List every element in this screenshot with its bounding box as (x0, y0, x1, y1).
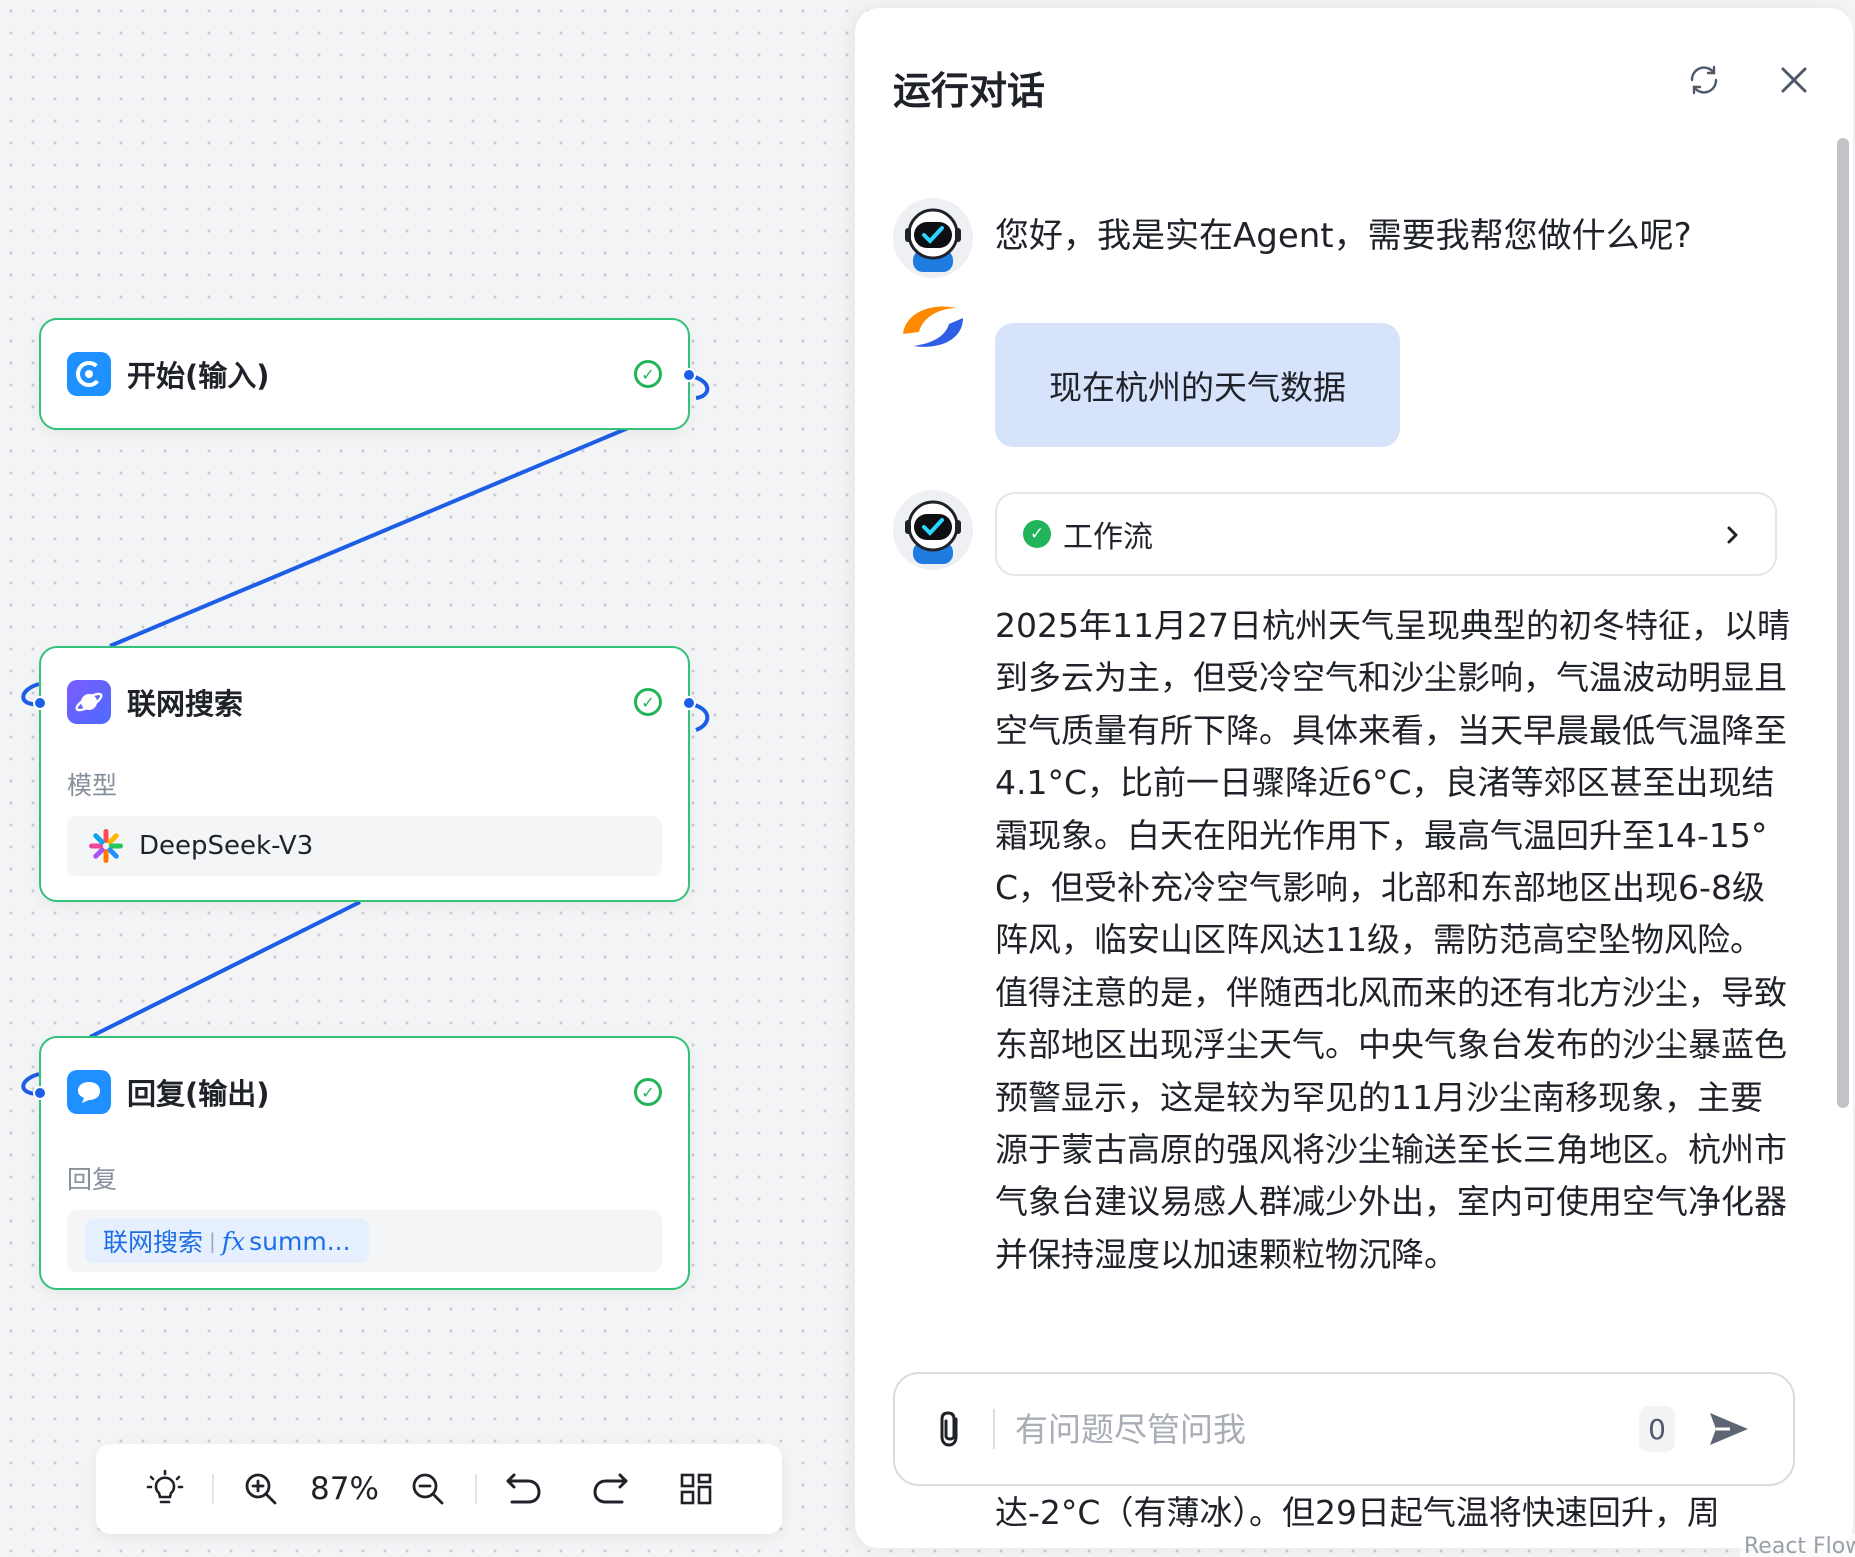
refresh-button[interactable] (1680, 56, 1728, 104)
grid-layout-icon (680, 1473, 712, 1505)
zoom-in-icon (245, 1473, 277, 1505)
run-chat-panel: 运行对话 您好，我是实在Agent，需要我帮您做什么呢? 现在杭州的天气数据 ✓… (855, 8, 1853, 1548)
check-circle-icon: ✓ (634, 1078, 662, 1106)
node-search-title: 联网搜索 (127, 687, 244, 721)
send-button[interactable] (1699, 1399, 1759, 1459)
undo-button[interactable] (499, 1464, 549, 1514)
redo-icon (593, 1473, 628, 1504)
tips-button[interactable] (140, 1464, 190, 1514)
answer-overflow-line: 达-2°C（有薄冰）。但29日起气温将快速回升，周 (995, 1493, 1720, 1532)
edge-start-to-search[interactable] (109, 426, 629, 648)
node-start-output-port[interactable] (682, 368, 696, 382)
redo-button[interactable] (585, 1464, 635, 1514)
canvas-toolbar: 87% (96, 1444, 782, 1534)
node-start-title: 开始(输入) (127, 359, 270, 393)
chat-bubble-icon (67, 1070, 111, 1114)
robot-avatar-icon (893, 198, 973, 278)
paperclip-icon (940, 1411, 958, 1447)
panel-title: 运行对话 (893, 69, 1046, 113)
deepseek-logo-icon (89, 829, 123, 863)
node-reply-input-port[interactable] (33, 1086, 47, 1100)
ref-separator: | (209, 1229, 216, 1253)
chat-scrollbar[interactable] (1837, 138, 1849, 1108)
agent-avatar (893, 490, 973, 570)
check-circle-icon: ✓ (634, 688, 662, 716)
check-circle-icon: ✓ (634, 360, 662, 388)
send-icon (1710, 1413, 1748, 1445)
reply-field-label: 回复 (67, 1165, 118, 1194)
robot-avatar-icon (893, 490, 973, 570)
close-icon (1781, 67, 1807, 93)
ref-variable-name: summ... (249, 1226, 351, 1256)
toolbar-divider (212, 1474, 214, 1504)
attach-button[interactable] (921, 1399, 981, 1459)
zoom-out-button[interactable] (403, 1464, 453, 1514)
agent-answer-text: 2025年11月27日杭州天气呈现典型的初冬特征，以晴到多云为主，但受冷空气和沙… (995, 600, 1795, 1368)
chevron-right-icon (1727, 526, 1738, 544)
chat-message-input[interactable] (1015, 1409, 1639, 1449)
answer-paragraph: 值得注意的是，伴随西北风而来的还有北方沙尘，导致东部地区出现浮尘天气。中央气象台… (995, 972, 1787, 1274)
zoom-in-button[interactable] (236, 1464, 286, 1514)
workflow-status-card[interactable]: ✓ 工作流 (995, 492, 1777, 576)
input-divider (993, 1409, 995, 1449)
node-search-input-port[interactable] (33, 696, 47, 710)
ref-node-name: 联网搜索 (103, 1228, 204, 1257)
edge-search-to-reply[interactable] (89, 900, 361, 1039)
node-search-header: 联网搜索 (67, 680, 243, 724)
user-avatar (893, 288, 973, 368)
zoom-level: 87% (310, 1471, 379, 1507)
node-start[interactable]: 开始(输入) ✓ (39, 318, 696, 430)
refresh-icon (1690, 65, 1718, 95)
workflow-label: 工作流 (1063, 520, 1153, 555)
zoom-out-icon (412, 1473, 444, 1505)
variable-reference-chip[interactable]: 联网搜索 | fx summ... (85, 1219, 369, 1263)
model-name: DeepSeek-V3 (139, 831, 314, 861)
react-flow-attribution[interactable]: React Flow (1740, 1534, 1855, 1557)
reply-variable-field[interactable]: 联网搜索 | fx summ... (67, 1210, 662, 1272)
user-message-bubble: 现在杭州的天气数据 (995, 323, 1400, 447)
lightbulb-icon (146, 1469, 184, 1504)
node-start-header: 开始(输入) (67, 352, 270, 396)
agent-greeting-message: 您好，我是实在Agent，需要我帮您做什么呢? (995, 216, 1692, 256)
layout-button[interactable] (671, 1464, 721, 1514)
planet-icon (67, 680, 111, 724)
node-reply-title: 回复(输出) (127, 1077, 270, 1111)
model-label: 模型 (67, 771, 118, 800)
undo-icon (506, 1473, 541, 1504)
node-reply[interactable]: 回复(输出) ✓ 回复 联网搜索 | fx summ... (33, 1036, 690, 1290)
fx-icon: fx (221, 1226, 246, 1256)
user-logo-icon (903, 306, 963, 347)
model-selector[interactable]: DeepSeek-V3 (67, 816, 662, 876)
chat-input-box: 0 (893, 1372, 1795, 1486)
start-c-icon (67, 352, 111, 396)
toolbar-divider (474, 1474, 477, 1504)
check-circle-icon: ✓ (1023, 520, 1051, 548)
close-button[interactable] (1770, 56, 1818, 104)
node-search-output-port[interactable] (682, 696, 696, 710)
character-counter: 0 (1639, 1406, 1675, 1452)
node-reply-header: 回复(输出) (67, 1070, 270, 1114)
agent-avatar (893, 198, 973, 278)
answer-paragraph: 2025年11月27日杭州天气呈现典型的初冬特征，以晴到多云为主，但受冷空气和沙… (995, 606, 1790, 960)
node-web-search[interactable]: 联网搜索 ✓ 模型 DeepSeek-V3 (33, 646, 696, 902)
